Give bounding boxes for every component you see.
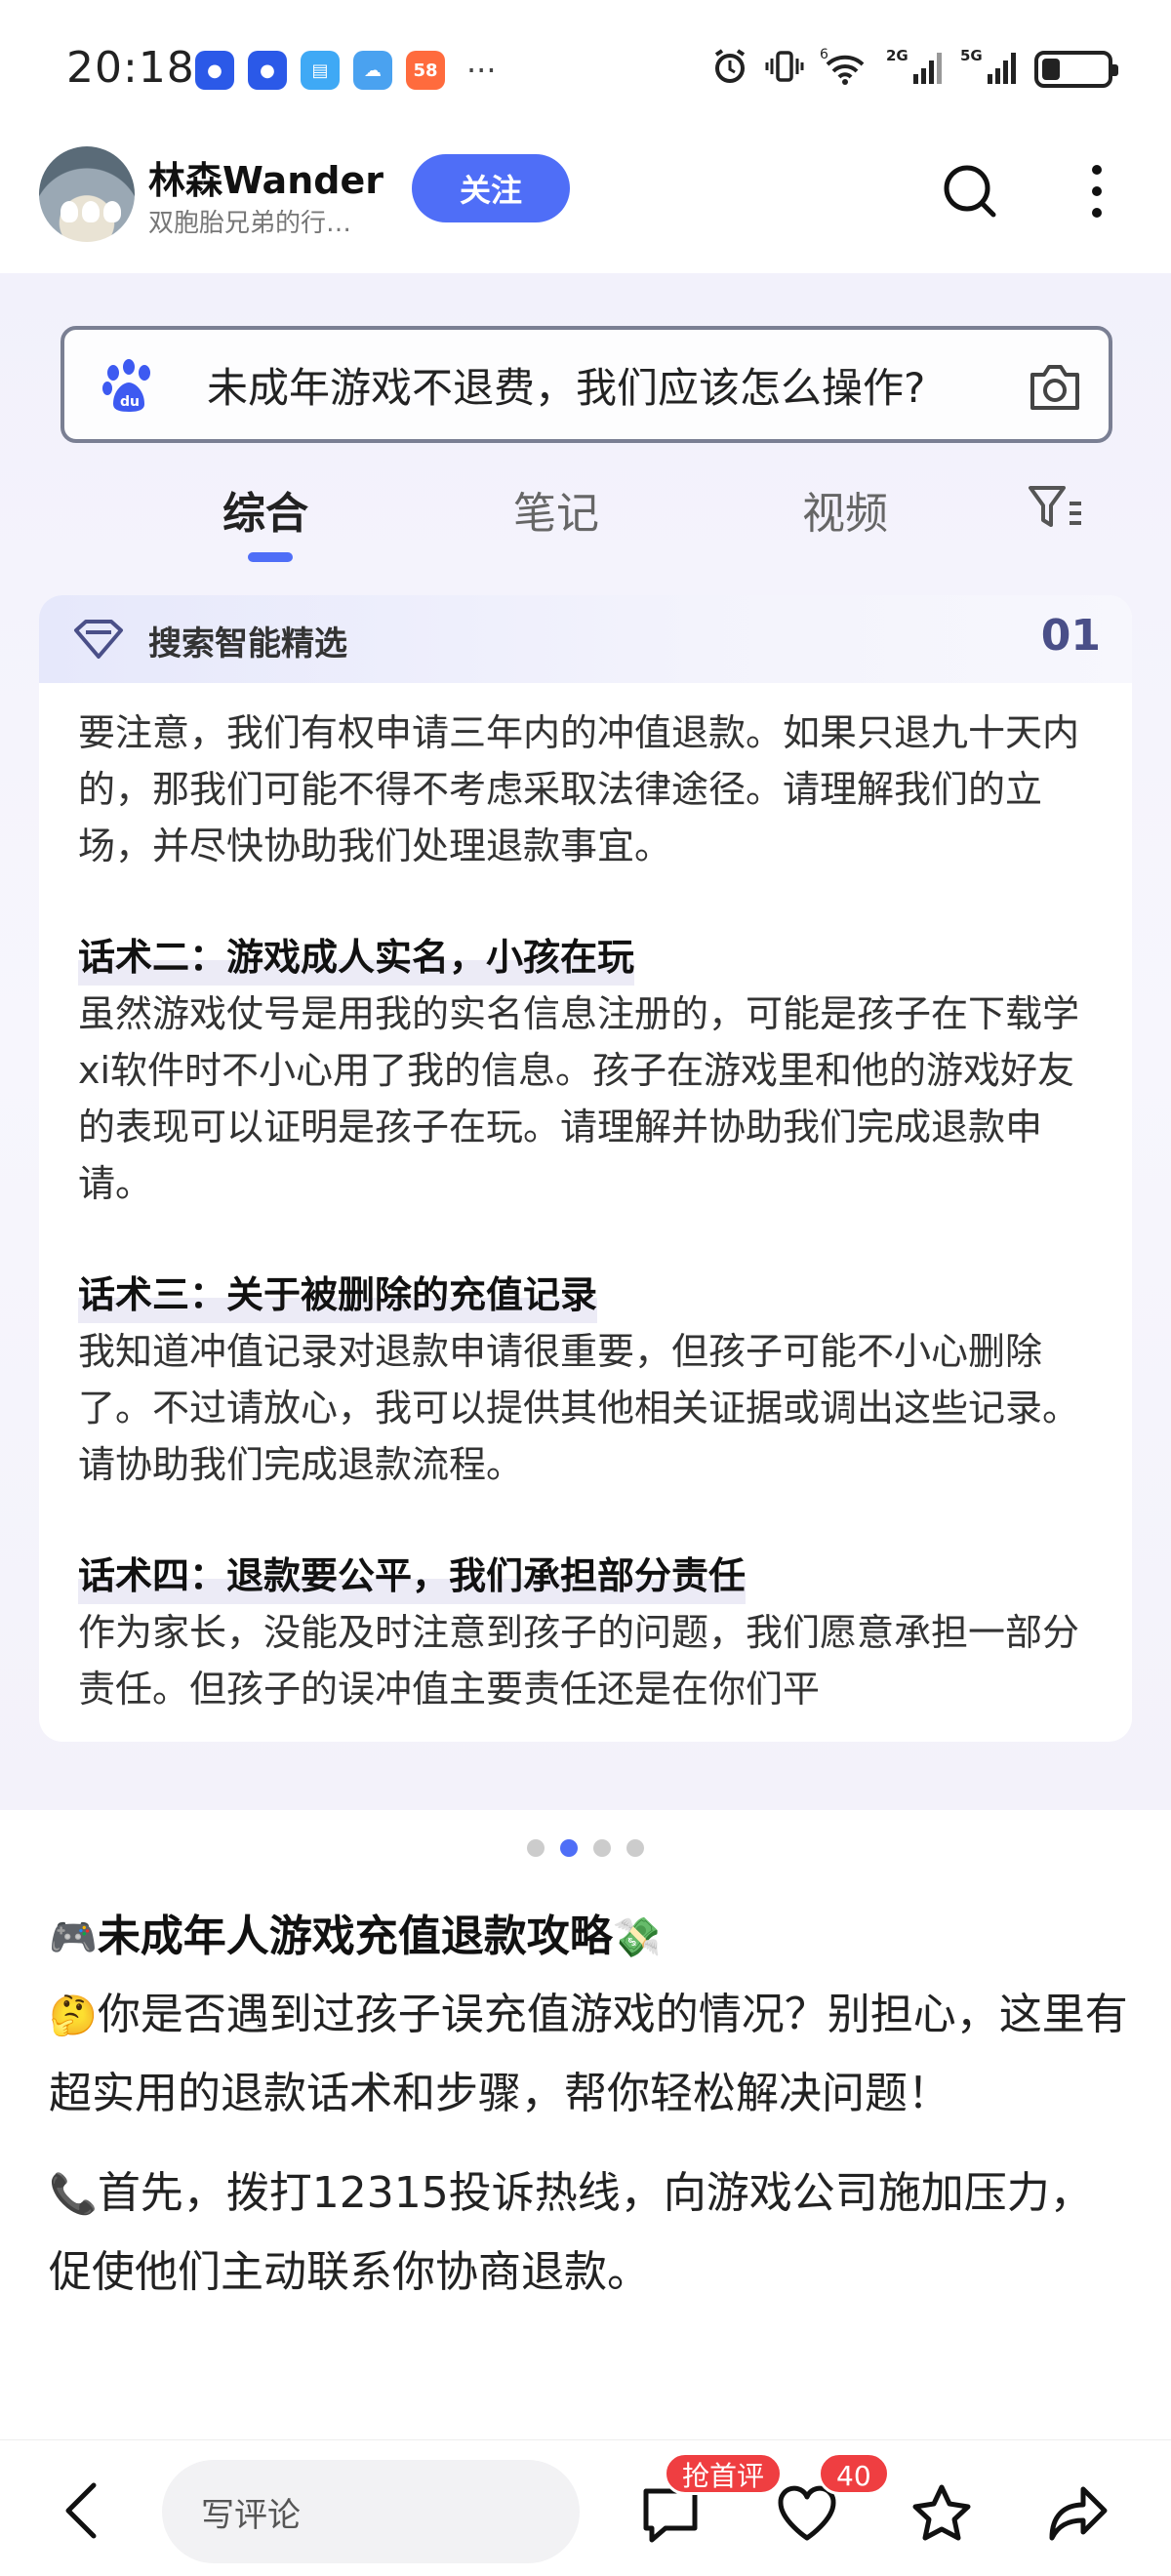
favorite-star-icon[interactable] — [909, 2481, 974, 2546]
back-arrow-icon[interactable] — [59, 2479, 105, 2542]
vibrate-icon — [765, 47, 804, 92]
share-arrow-icon[interactable] — [1046, 2481, 1110, 2546]
author-avatar[interactable] — [39, 146, 135, 242]
post-content: 🎮未成年人游戏充值退款攻略💸 🤔你是否遇到过孩子误充值游戏的情况？别担心，这里有… — [49, 1903, 1132, 2312]
battery-level — [1042, 59, 1060, 80]
ai-card-body: 要注意，我们有权申请三年内的冲值退款。如果只退九十天内的，那我们可能不得不考虑采… — [78, 704, 1093, 1742]
game-controller-icon: 🎮 — [49, 1915, 98, 1960]
signal-5g-icon: 5G — [960, 47, 1019, 92]
carousel-dot[interactable] — [593, 1839, 611, 1857]
search-icon[interactable] — [941, 162, 999, 221]
signal-2g-icon: 2G — [886, 47, 945, 92]
ai-card-title: 搜索智能精选 — [148, 624, 347, 664]
like-count-badge: 40 — [818, 2452, 890, 2495]
ai-paragraph-text: 要注意，我们有权申请三年内的冲值退款。如果只退九十天内的，那我们可能不得不考虑采… — [78, 711, 1080, 867]
ai-paragraph-heading: 话术四：退款要公平，我们承担部分责任 — [78, 1548, 747, 1604]
ai-paragraph: 话术四：退款要公平，我们承担部分责任 作为家长，没能及时注意到孩子的问题，我们愿… — [78, 1548, 1093, 1717]
svg-text:du: du — [120, 394, 140, 410]
post-header: 林森Wander 双胞胎兄弟的行… 关注 — [0, 137, 1171, 273]
thinking-face-icon: 🤔 — [49, 1993, 98, 2038]
carousel-dot[interactable] — [527, 1839, 545, 1857]
post-title: 🎮未成年人游戏充值退款攻略💸 — [49, 1903, 1132, 1972]
ai-paragraph-heading: 话术三：关于被删除的充值记录 — [78, 1267, 598, 1323]
camera-icon — [1027, 359, 1083, 414]
phone-icon: 📞 — [49, 2172, 98, 2217]
ai-paragraph: 话术二：游戏成人实名，小孩在玩 虽然游戏仗号是用我的实名信息注册的，可能是孩子在… — [78, 929, 1093, 1212]
weather-app-icon: ☁ — [353, 51, 392, 90]
write-comment-input[interactable]: 写评论 — [162, 2460, 580, 2563]
bottom-action-bar: 写评论 抢首评 40 — [0, 2439, 1171, 2576]
author-description: 双胞胎兄弟的行… — [148, 209, 352, 238]
status-app-icons: ● ● ▤ ☁ 58 ··· — [195, 51, 497, 90]
post-title-text: 未成年人游戏充值退款攻略 — [97, 1912, 613, 1961]
carousel-dot[interactable] — [560, 1839, 578, 1857]
screenshot-search-query: 未成年游戏不退费，我们应该怎么操作? — [207, 364, 926, 412]
post-image-carousel[interactable]: du 未成年游戏不退费，我们应该怎么操作? 综合 笔记 视频 搜索智能精选 01… — [0, 273, 1171, 1810]
svg-text:5G: 5G — [960, 47, 983, 64]
ai-paragraph-text: 作为家长，没能及时注意到孩子的问题，我们愿意承担一部分责任。但孩子的误冲值主要责… — [78, 1611, 1080, 1711]
tab-comprehensive: 综合 — [222, 489, 308, 539]
filter-icon — [1027, 482, 1085, 533]
status-time: 20:18 — [66, 43, 195, 93]
svg-text:2G: 2G — [886, 47, 909, 64]
diamond-icon — [72, 619, 125, 660]
ai-selection-card: 搜索智能精选 01 要注意，我们有权申请三年内的冲值退款。如果只退九十天内的，那… — [39, 595, 1132, 1742]
tab-video: 视频 — [802, 489, 888, 539]
baidu-paw-icon: du — [100, 359, 158, 414]
58-app-icon: 58 — [406, 51, 445, 90]
ai-paragraph-text: 虽然游戏仗号是用我的实名信息注册的，可能是孩子在下载学xi软件时不小心用了我的信… — [78, 992, 1080, 1205]
post-paragraph-text: 你是否遇到过孩子误充值游戏的情况？别担心，这里有超实用的退款话术和步骤，帮你轻松… — [49, 1990, 1128, 2118]
alarm-icon — [710, 47, 749, 92]
more-options-icon[interactable] — [1068, 162, 1126, 221]
ai-paragraph: 话术三：关于被删除的充值记录 我知道冲值记录对退款申请很重要，但孩子可能不小心删… — [78, 1267, 1093, 1493]
screenshot-tabs: 综合 笔记 视频 — [0, 468, 1171, 566]
baidu-app-1-icon: ● — [195, 51, 234, 90]
follow-button[interactable]: 关注 — [412, 154, 570, 222]
tab-notes: 笔记 — [513, 489, 599, 539]
baidu-app-2-icon: ● — [248, 51, 287, 90]
first-comment-badge: 抢首评 — [664, 2452, 784, 2495]
ai-card-header: 搜索智能精选 01 — [39, 595, 1132, 683]
status-indicators: 6 2G 5G — [710, 47, 1118, 92]
wifi-icon: 6 — [820, 47, 870, 92]
carousel-dot[interactable] — [626, 1839, 644, 1857]
screenshot-search-box: du 未成年游戏不退费，我们应该怎么操作? — [61, 326, 1112, 443]
money-icon: 💸 — [612, 1915, 662, 1960]
post-paragraph: 🤔你是否遇到过孩子误充值游戏的情况？别担心，这里有超实用的退款话术和步骤，帮你轻… — [49, 1976, 1132, 2133]
author-name[interactable]: 林森Wander — [148, 150, 384, 204]
post-paragraph: 📞首先，拨打12315投诉热线，向游戏公司施加压力，促使他们主动联系你协商退款。 — [49, 2154, 1132, 2312]
more-notifications-indicator: ··· — [466, 52, 497, 89]
ai-paragraph-text: 我知道冲值记录对退款申请很重要，但孩子可能不小心删除了。不过请放心，我可以提供其… — [78, 1330, 1080, 1486]
status-bar: 20:18 ● ● ▤ ☁ 58 ··· 6 2G 5G — [0, 0, 1171, 137]
ai-card-page-number: 01 — [1040, 611, 1101, 661]
post-paragraph-text: 首先，拨打12315投诉热线，向游戏公司施加压力，促使他们主动联系你协商退款。 — [49, 2168, 1093, 2297]
carousel-page-indicator — [0, 1839, 1171, 1857]
books-app-icon: ▤ — [301, 51, 340, 90]
ai-paragraph-heading: 话术二：游戏成人实名，小孩在玩 — [78, 929, 635, 986]
battery-icon — [1034, 51, 1118, 88]
ai-paragraph: 要注意，我们有权申请三年内的冲值退款。如果只退九十天内的，那我们可能不得不考虑采… — [78, 704, 1093, 874]
svg-text:6: 6 — [820, 47, 828, 62]
active-tab-indicator — [248, 552, 293, 562]
